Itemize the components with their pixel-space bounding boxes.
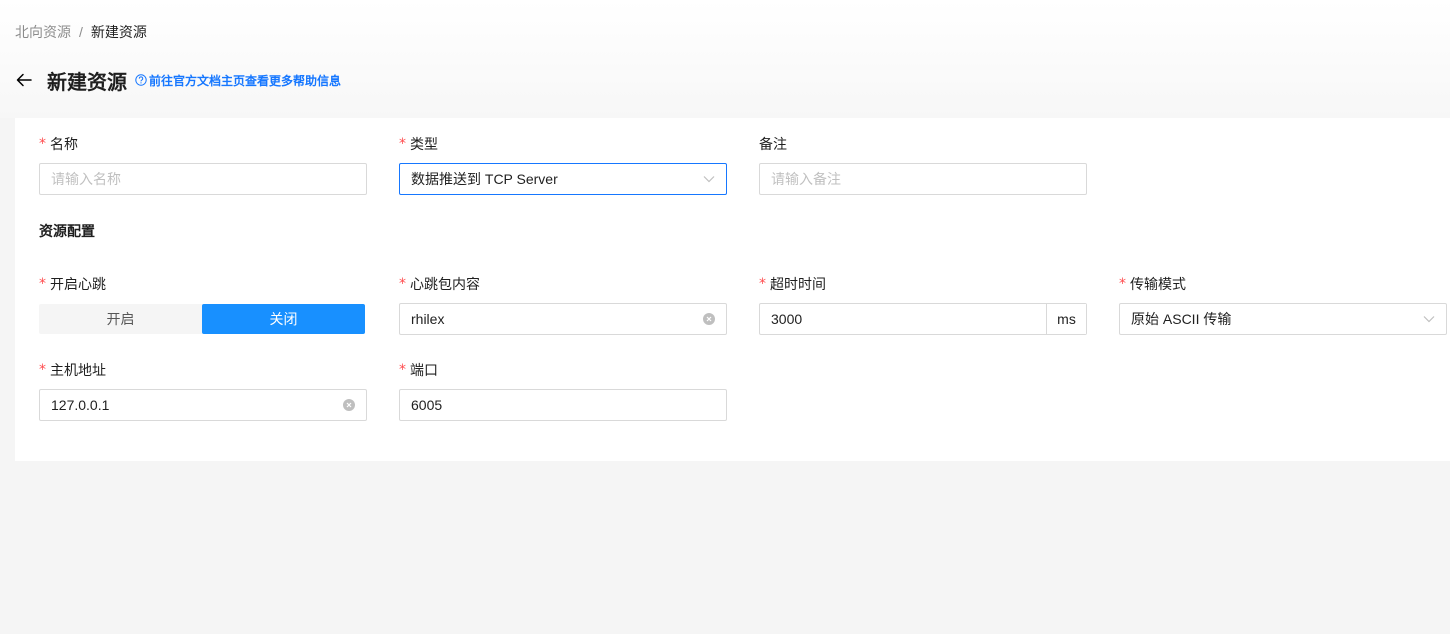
clear-icon[interactable] bbox=[703, 313, 715, 325]
name-label: * 名称 bbox=[39, 136, 78, 152]
heartbeat-content-input[interactable]: rhilex bbox=[399, 303, 727, 335]
help-link-text: 前往官方文档主页查看更多帮助信息 bbox=[149, 73, 342, 88]
remark-input[interactable]: 请输入备注 bbox=[759, 163, 1087, 195]
clear-icon[interactable] bbox=[343, 399, 355, 411]
port-input[interactable]: 6005 bbox=[399, 389, 727, 421]
port-label: * 端口 bbox=[399, 362, 438, 378]
heartbeat-segmented: 开启 关闭 bbox=[39, 304, 365, 334]
back-arrow-icon[interactable] bbox=[15, 71, 33, 89]
breadcrumb: 北向资源 / 新建资源 bbox=[15, 22, 147, 42]
transfer-mode-select[interactable]: 原始 ASCII 传输 bbox=[1119, 303, 1447, 335]
heartbeat-label: * 开启心跳 bbox=[39, 276, 106, 292]
type-select[interactable]: 数据推送到 TCP Server bbox=[399, 163, 727, 195]
type-select-value: 数据推送到 TCP Server bbox=[411, 171, 558, 187]
heartbeat-option-off[interactable]: 关闭 bbox=[202, 304, 365, 334]
host-input[interactable]: 127.0.0.1 bbox=[39, 389, 367, 421]
type-label: * 类型 bbox=[399, 136, 438, 152]
heartbeat-content-label: * 心跳包内容 bbox=[399, 276, 480, 292]
timeout-label: * 超时时间 bbox=[759, 276, 826, 292]
timeout-input[interactable]: 3000 ms bbox=[759, 303, 1087, 335]
transfer-mode-label: * 传输模式 bbox=[1119, 276, 1186, 292]
name-input[interactable]: 请输入名称 bbox=[39, 163, 367, 195]
remark-label: 备注 bbox=[759, 136, 787, 152]
timeout-unit: ms bbox=[1046, 304, 1086, 334]
help-doc-link[interactable]: 前往官方文档主页查看更多帮助信息 bbox=[135, 72, 341, 89]
transfer-mode-value: 原始 ASCII 传输 bbox=[1131, 311, 1232, 327]
heartbeat-option-on[interactable]: 开启 bbox=[39, 304, 202, 334]
host-value: 127.0.0.1 bbox=[51, 397, 110, 413]
title-row: 新建资源 前往官方文档主页查看更多帮助信息 bbox=[15, 68, 341, 94]
form-card: * 名称 请输入名称 * 类型 数据推送到 TCP Server 备注 请输入备注 … bbox=[15, 118, 1450, 461]
page-title: 新建资源 bbox=[47, 71, 127, 94]
question-circle-icon bbox=[135, 74, 147, 86]
remark-placeholder: 请输入备注 bbox=[771, 171, 841, 187]
breadcrumb-current: 新建资源 bbox=[90, 24, 147, 40]
section-title: 资源配置 bbox=[39, 223, 95, 239]
breadcrumb-parent[interactable]: 北向资源 bbox=[15, 22, 71, 42]
timeout-value: 3000 bbox=[771, 311, 803, 327]
port-value: 6005 bbox=[411, 397, 443, 413]
heartbeat-content-value: rhilex bbox=[411, 311, 445, 327]
page-header-area bbox=[0, 0, 1450, 118]
chevron-down-icon bbox=[1423, 315, 1435, 323]
chevron-down-icon bbox=[703, 175, 715, 183]
host-label: * 主机地址 bbox=[39, 362, 106, 378]
breadcrumb-separator: / bbox=[79, 24, 83, 40]
name-placeholder: 请输入名称 bbox=[51, 171, 121, 187]
